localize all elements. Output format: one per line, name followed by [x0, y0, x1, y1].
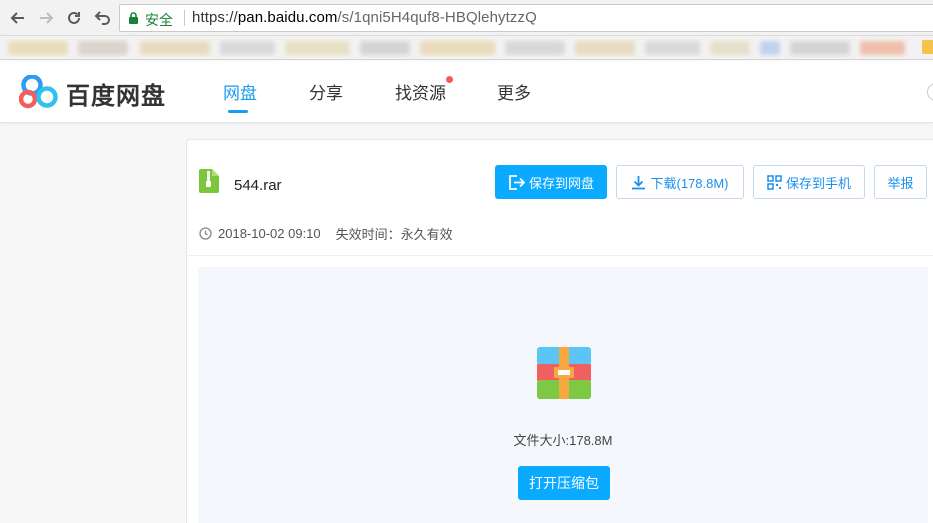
- open-archive-button[interactable]: 打开压缩包: [518, 466, 610, 500]
- nav-more[interactable]: 更多: [497, 79, 531, 104]
- file-meta: 2018-10-02 09:10 失效时间：永久有效: [199, 224, 453, 243]
- reload-button[interactable]: [62, 6, 86, 30]
- nav-share[interactable]: 分享: [309, 79, 343, 104]
- bookmark-item[interactable]: [360, 41, 410, 55]
- report-button[interactable]: 举报: [874, 165, 927, 199]
- zip-archive-icon: [537, 347, 591, 399]
- save-to-phone-button[interactable]: 保存到手机: [753, 165, 865, 199]
- file-name: 544.rar: [234, 177, 282, 194]
- browser-toolbar: 安全 https://pan.baidu.com/s/1qni5H4quf8-H…: [0, 0, 933, 36]
- qr-code-icon: [767, 174, 782, 190]
- address-bar[interactable]: 安全 https://pan.baidu.com/s/1qni5H4quf8-H…: [119, 4, 933, 32]
- archive-file-icon: [199, 169, 219, 193]
- lock-icon: [129, 12, 138, 24]
- arrow-right-icon: [40, 12, 54, 24]
- bookmark-item[interactable]: [790, 41, 850, 55]
- nav-active-indicator: [228, 110, 248, 113]
- folder-icon[interactable]: [922, 40, 933, 54]
- bookmark-item[interactable]: [220, 41, 275, 55]
- bookmark-item[interactable]: [285, 41, 350, 55]
- download-button[interactable]: 下载(178.8M): [616, 165, 744, 199]
- created-time: 2018-10-02 09:10: [218, 226, 321, 241]
- bookmark-item[interactable]: [575, 41, 635, 55]
- header-search-edge[interactable]: [927, 83, 933, 101]
- url-host: pan.baidu.com: [237, 9, 338, 26]
- arrow-left-icon: [10, 12, 24, 24]
- download-label: 下载(178.8M): [650, 175, 729, 191]
- card-divider: [187, 255, 933, 256]
- save-to-phone-label: 保存到手机: [785, 175, 851, 191]
- notification-dot: [446, 76, 453, 83]
- back-button[interactable]: [6, 6, 30, 30]
- baidu-netdisk-logo-icon: [19, 75, 58, 109]
- expire-time: 失效时间：永久有效: [335, 227, 453, 242]
- secure-label: 安全: [145, 12, 173, 28]
- bookmark-item[interactable]: [78, 41, 128, 55]
- bookmark-item[interactable]: [140, 41, 210, 55]
- reload-icon: [68, 11, 80, 24]
- address-divider: [184, 10, 185, 26]
- forward-button[interactable]: [34, 6, 58, 30]
- app-header: 百度网盘 网盘 分享 找资源 更多: [0, 61, 933, 123]
- bookmark-item[interactable]: [710, 41, 750, 55]
- archive-preview: 文件大小:178.8M 打开压缩包: [198, 267, 928, 523]
- bookmarks-bar: [0, 36, 933, 60]
- save-export-icon: [509, 174, 525, 190]
- bookmark-item[interactable]: [645, 41, 700, 55]
- nav-netdisk[interactable]: 网盘: [223, 79, 257, 104]
- bookmark-item[interactable]: [8, 41, 68, 55]
- bookmark-item[interactable]: [505, 41, 565, 55]
- download-icon: [632, 175, 646, 189]
- clock-icon: [199, 227, 212, 240]
- report-label: 举报: [887, 175, 914, 191]
- bookmark-item[interactable]: [860, 41, 905, 55]
- url-path: /s/1qni5H4quf8-HBQlehytzzQ: [337, 9, 537, 26]
- bookmark-item[interactable]: [760, 41, 780, 55]
- save-to-netdisk-button[interactable]: 保存到网盘: [495, 165, 607, 199]
- logo-text: 百度网盘: [66, 83, 166, 110]
- undo-button[interactable]: [90, 6, 114, 30]
- save-to-netdisk-label: 保存到网盘: [528, 175, 594, 191]
- file-size-label: 文件大小:178.8M: [513, 433, 613, 448]
- undo-icon: [94, 11, 110, 25]
- bookmark-item[interactable]: [420, 41, 495, 55]
- share-card: 544.rar 保存到网盘 下载(178.8M) 保存到手机 举报 2018-1…: [186, 139, 933, 523]
- nav-find-resources[interactable]: 找资源: [395, 79, 446, 104]
- url-scheme: https://: [192, 9, 238, 26]
- url-text[interactable]: https://pan.baidu.com/s/1qni5H4quf8-HBQl…: [192, 9, 537, 26]
